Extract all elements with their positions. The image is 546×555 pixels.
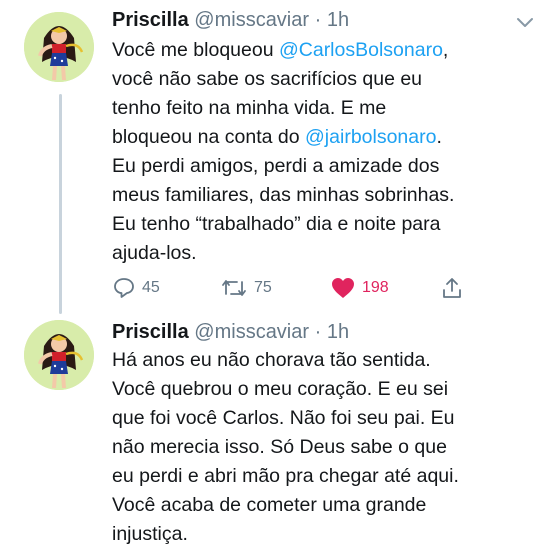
tweet-line: Há anos eu não chorava tão sentida. <box>112 349 431 371</box>
retweet-button[interactable]: 75 <box>220 276 272 300</box>
tweet-line: injustiça. <box>112 523 188 545</box>
separator: · <box>314 321 322 343</box>
tweet-line: Você me bloqueou @CarlosBolsonaro, <box>112 39 449 61</box>
avatar[interactable] <box>24 320 94 390</box>
retweet-count: 75 <box>254 279 272 296</box>
chevron-down-icon[interactable] <box>516 15 534 27</box>
tweet-line: meus familiares, das minhas sobrinhas. <box>112 184 455 206</box>
mention-link[interactable]: @CarlosBolsonaro <box>279 39 443 61</box>
share-icon <box>440 276 470 300</box>
separator: · <box>314 9 322 31</box>
user-handle[interactable]: @misscaviar <box>194 9 309 31</box>
tweet-header: Priscilla @misscaviar · 1h <box>112 8 349 32</box>
heart-icon <box>330 276 362 300</box>
tweet-text: Há anos eu não chorava tão sentida. Você… <box>112 346 532 549</box>
retweet-icon <box>220 276 254 300</box>
tweet-line: que foi você Carlos. Não foi seu pai. Eu <box>112 407 455 429</box>
share-button[interactable] <box>440 276 470 300</box>
tweet-line: Você quebrou o meu coração. E eu sei <box>112 378 449 400</box>
reply-count: 45 <box>142 279 160 296</box>
tweet-line: eu perdi e abri mão pra chegar até aqui. <box>112 465 459 487</box>
tweet-text: Você me bloqueou @CarlosBolsonaro, você … <box>112 36 532 268</box>
tweet-line: Eu tenho “trabalhado” dia e noite para <box>112 213 441 235</box>
like-button[interactable]: 198 <box>330 276 389 300</box>
timestamp[interactable]: 1h <box>327 321 349 343</box>
display-name[interactable]: Priscilla <box>112 321 189 343</box>
tweet-line: ajuda-los. <box>112 242 197 264</box>
tweet-line: Eu perdi amigos, perdi a amizade dos <box>112 155 440 177</box>
display-name[interactable]: Priscilla <box>112 9 189 31</box>
tweet-line: Você acaba de cometer uma grande <box>112 494 427 516</box>
tweet-actions: 45 75 198 <box>112 276 472 304</box>
avatar[interactable] <box>24 12 94 82</box>
reply-button[interactable]: 45 <box>112 276 160 300</box>
reply-icon <box>112 276 142 300</box>
like-count: 198 <box>362 279 389 296</box>
tweet-line: você não sabe os sacrifícios que eu <box>112 68 423 90</box>
tweet-line: bloqueou na conta do @jairbolsonaro. <box>112 126 442 148</box>
tweet-line: tenho feito na minha vida. E me <box>112 97 387 119</box>
timestamp[interactable]: 1h <box>327 9 349 31</box>
tweet-header: Priscilla @misscaviar · 1h <box>112 320 349 344</box>
tweet-line: não merecia isso. Só Deus sabe o que <box>112 436 447 458</box>
user-handle[interactable]: @misscaviar <box>194 321 309 343</box>
thread-line <box>59 94 62 314</box>
mention-link[interactable]: @jairbolsonaro <box>305 126 436 148</box>
